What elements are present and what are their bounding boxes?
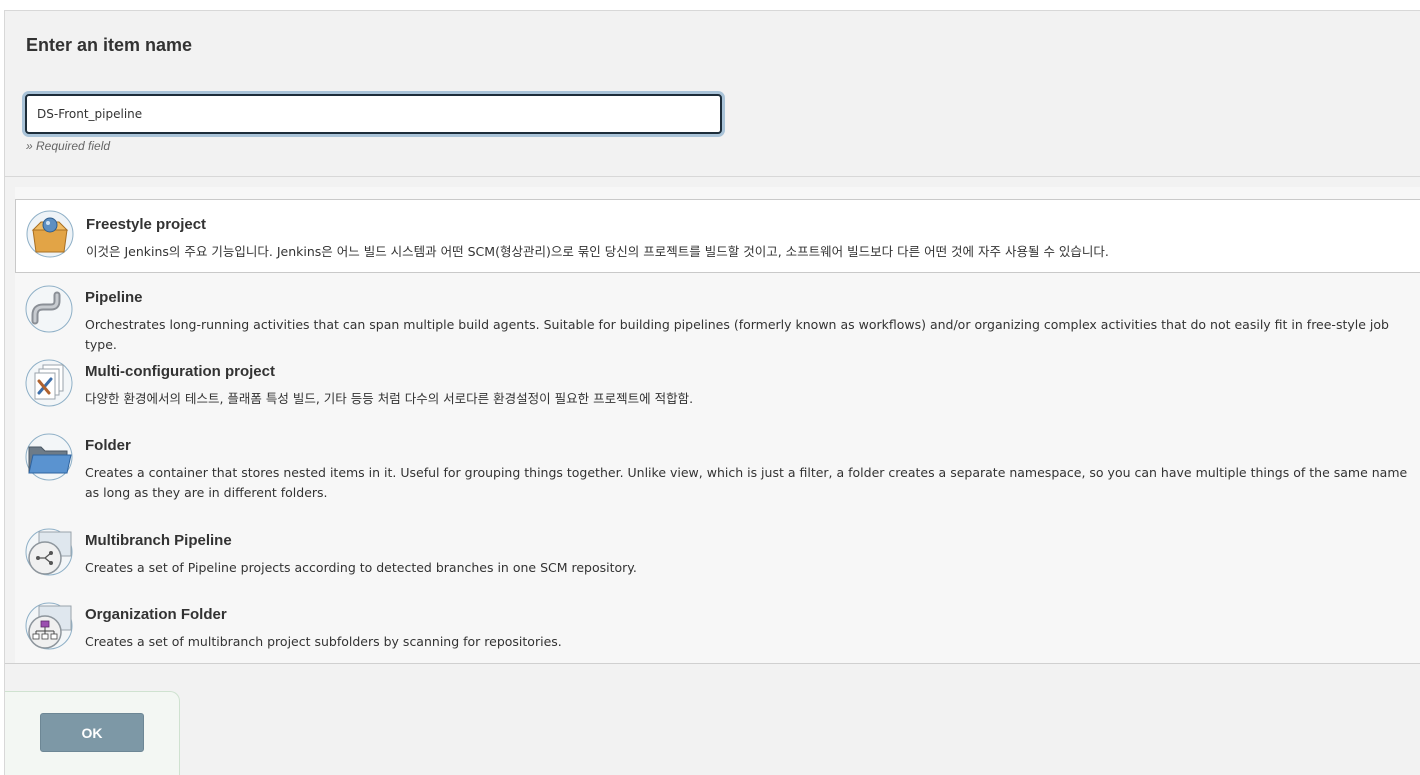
item-type-organization-folder[interactable]: Organization Folder Creates a set of mul… — [15, 590, 1420, 664]
item-type-description: 이것은 Jenkins의 주요 기능입니다. Jenkins은 어느 빌드 시스… — [86, 244, 1109, 259]
ok-button-panel: OK — [5, 691, 180, 775]
freestyle-box-icon — [26, 210, 74, 258]
item-type-title: Multi-configuration project — [85, 363, 275, 380]
multibranch-icon — [25, 528, 73, 576]
required-field-hint: » Required field — [26, 139, 111, 153]
organization-folder-icon — [25, 602, 73, 650]
folder-icon — [25, 433, 73, 481]
item-type-multibranch-pipeline[interactable]: Multibranch Pipeline Creates a set of Pi… — [15, 516, 1420, 590]
item-type-description: Creates a set of Pipeline projects accor… — [85, 560, 637, 575]
item-type-freestyle[interactable]: Freestyle project 이것은 Jenkins의 주요 기능입니다.… — [15, 199, 1420, 273]
item-type-pipeline[interactable]: Pipeline Orchestrates long-running activ… — [15, 273, 1420, 352]
item-type-description: Creates a set of multibranch project sub… — [85, 634, 562, 649]
section-divider — [5, 176, 1420, 177]
list-bottom-divider — [5, 663, 1420, 664]
item-name-input[interactable] — [25, 94, 722, 134]
page-title: Enter an item name — [26, 35, 193, 55]
ok-button[interactable]: OK — [40, 713, 144, 752]
item-type-title: Freestyle project — [86, 216, 207, 233]
new-item-form: Enter an item name » Required field Free… — [4, 10, 1420, 775]
item-type-list: Freestyle project 이것은 Jenkins의 주요 기능입니다.… — [15, 187, 1420, 664]
item-type-description: 다양한 환경에서의 테스트, 플래폼 특성 빌드, 기타 등등 처럼 다수의 서… — [85, 391, 694, 406]
pipe-icon — [25, 285, 73, 333]
item-type-title: Folder — [85, 437, 131, 454]
item-type-multi-configuration[interactable]: Multi-configuration project 다양한 환경에서의 테스… — [15, 347, 1420, 421]
item-type-title: Pipeline — [85, 289, 143, 306]
item-name-section: Enter an item name » Required field — [5, 11, 1420, 177]
multi-config-icon — [25, 359, 73, 407]
item-type-description: Creates a container that stores nested i… — [85, 465, 1408, 500]
item-type-folder[interactable]: Folder Creates a container that stores n… — [15, 421, 1420, 515]
item-type-title: Multibranch Pipeline — [85, 532, 232, 549]
item-type-title: Organization Folder — [85, 606, 227, 623]
